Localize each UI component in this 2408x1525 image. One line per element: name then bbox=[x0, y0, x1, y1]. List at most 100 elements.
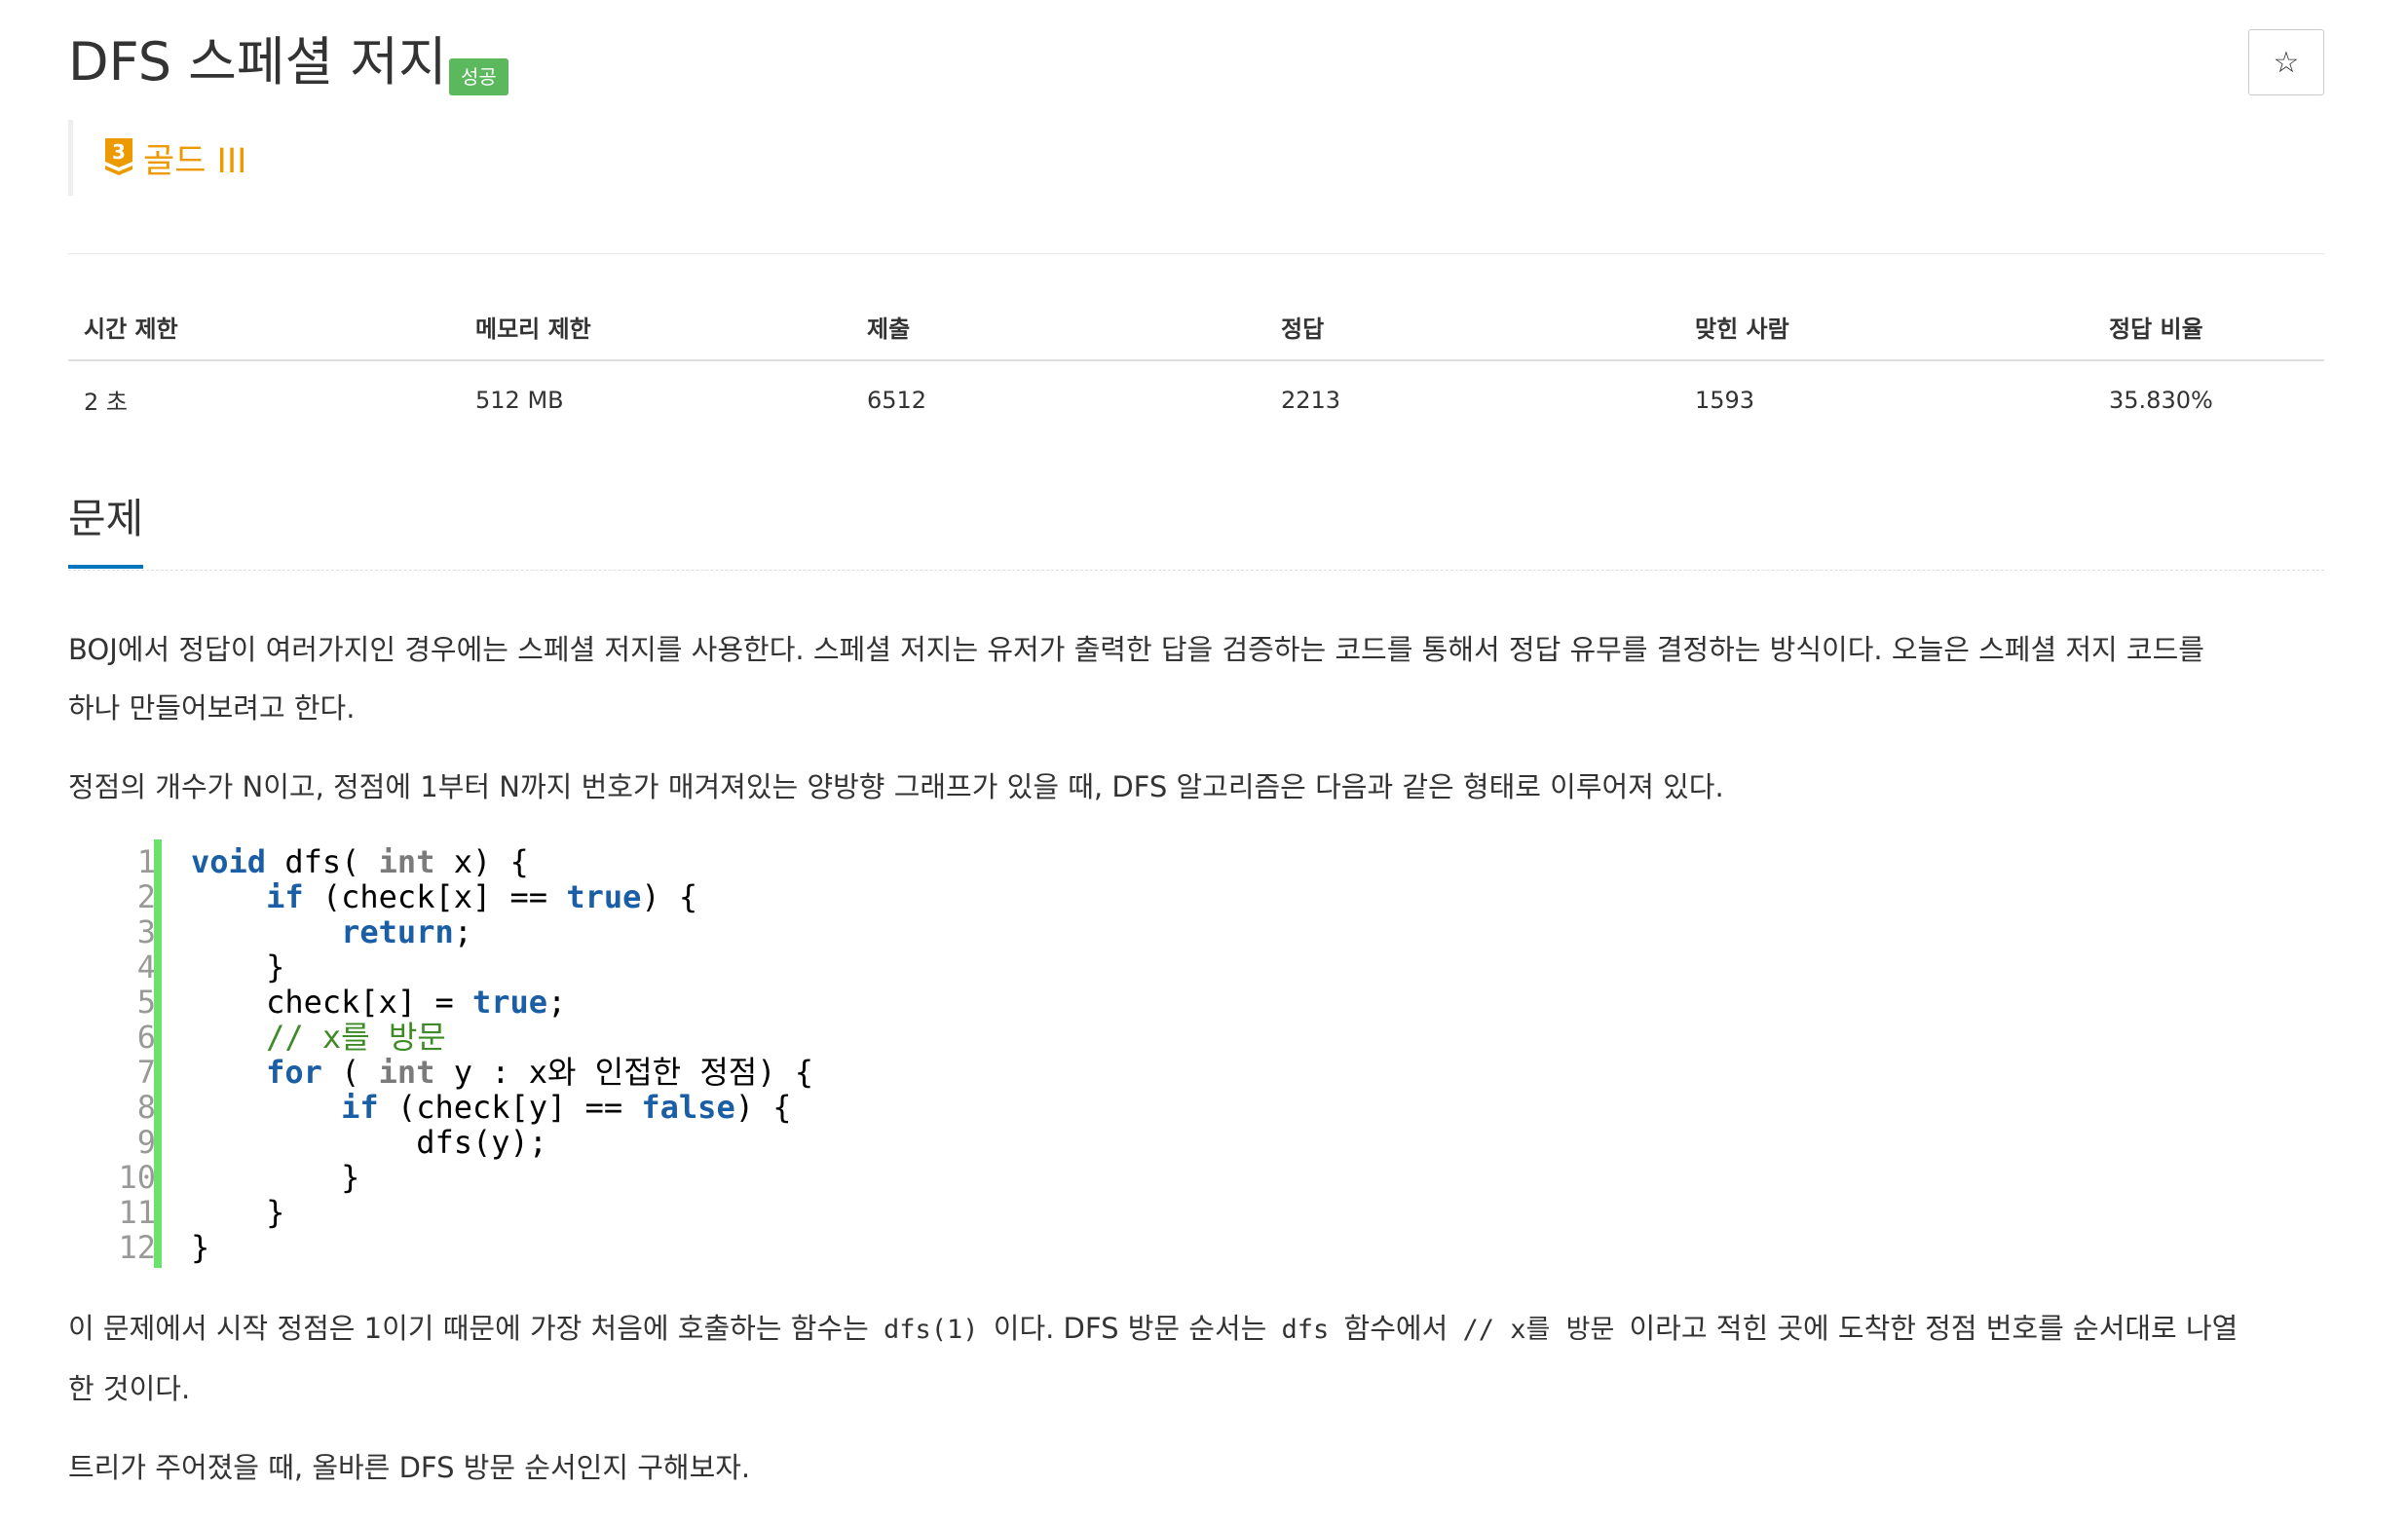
header-accept-ratio: 정답 비율 bbox=[2093, 302, 2324, 361]
code-token: } bbox=[191, 948, 285, 986]
header-accepted: 정답 bbox=[1265, 302, 1679, 361]
time-limit-value: 2 초 bbox=[84, 389, 128, 416]
code-token: int bbox=[378, 1054, 435, 1091]
header-memory-limit: 메모리 제한 bbox=[460, 302, 851, 361]
memory-limit-value: 512 MB bbox=[475, 386, 564, 414]
header-solved-users: 맞힌 사람 bbox=[1679, 302, 2093, 361]
line-number: 11 bbox=[118, 1194, 156, 1231]
code-line: } bbox=[191, 1195, 813, 1230]
description-p3-line1: 이 문제에서 시작 정점은 1이기 때문에 가장 처음에 호출하는 함수는 df… bbox=[68, 1299, 2324, 1359]
code-token: } bbox=[191, 1194, 285, 1231]
code-token: x) { bbox=[453, 843, 529, 880]
tier-number: 3 bbox=[112, 140, 126, 164]
description-paragraph-3: 이 문제에서 시작 정점은 1이기 때문에 가장 처음에 호출하는 함수는 df… bbox=[68, 1299, 2324, 1418]
code-token: if bbox=[266, 878, 304, 915]
description-p3-b: 이다. DFS 방문 순서는 bbox=[993, 1312, 1267, 1345]
problem-info-table: 시간 제한 메모리 제한 제출 정답 맞힌 사람 정답 비율 2 초 512 M… bbox=[68, 302, 2324, 427]
code-token: check[x] = bbox=[191, 984, 472, 1021]
section-title-problem: 문제 bbox=[68, 495, 144, 570]
accept-ratio-value: 35.830% bbox=[2109, 386, 2213, 414]
star-icon: ☆ bbox=[2273, 45, 2300, 80]
info-value-row: 2 초 512 MB 6512 2213 1593 35.830% bbox=[68, 360, 2324, 427]
line-number: 3 bbox=[136, 913, 156, 950]
code-token: ( bbox=[341, 1054, 360, 1091]
code-token: } bbox=[191, 1159, 360, 1196]
submissions-value: 6512 bbox=[867, 386, 927, 414]
code-token: dfs(y); bbox=[191, 1124, 548, 1161]
code-token: return bbox=[341, 913, 454, 950]
line-number: 5 bbox=[136, 984, 156, 1021]
code-token: ) { bbox=[734, 1089, 792, 1126]
section-divider bbox=[68, 570, 2324, 571]
code-token: ; bbox=[547, 984, 567, 1021]
line-number-gutter: 1 2 3 4 5 6 7 8 9 10 11 12 bbox=[90, 844, 156, 1265]
code-line: // x를 방문 bbox=[191, 1020, 813, 1055]
description-p3-c: 함수에서 bbox=[1343, 1312, 1449, 1345]
description-paragraph-1: BOJ에서 정답이 여러가지인 경우에는 스페셜 저지를 사용한다. 스페셜 저… bbox=[68, 620, 2324, 737]
inline-code-dfs: dfs bbox=[1281, 1315, 1330, 1345]
code-line: if (check[y] == false) { bbox=[191, 1090, 813, 1125]
description-p3-line2: 한 것이다. bbox=[68, 1372, 191, 1405]
code-token: for bbox=[266, 1054, 322, 1091]
problem-header: DFS 스페셜 저지 성공 ☆ 3 골드 III bbox=[68, 29, 2324, 196]
inline-code-visit-comment: // x를 방문 bbox=[1462, 1315, 1615, 1345]
description-paragraph-4: 트리가 주어졌을 때, 올바른 DFS 방문 순서인지 구해보자. bbox=[68, 1451, 751, 1484]
description-p3-d: 이라고 적힌 곳에 도착한 정점 번호를 순서대로 나열 bbox=[1629, 1312, 2239, 1345]
code-line: } bbox=[191, 1160, 813, 1195]
code-token: y : x와 인접한 정점) { bbox=[453, 1054, 814, 1091]
code-line: for ( int y : x와 인접한 정점) { bbox=[191, 1055, 813, 1090]
code-token: void bbox=[191, 843, 267, 880]
code-token: int bbox=[378, 843, 435, 880]
code-line: } bbox=[191, 949, 813, 985]
description-paragraph-2: 정점의 개수가 N이고, 정점에 1부터 N까지 번호가 매겨져있는 양방향 그… bbox=[68, 770, 1724, 803]
code-block: 1 2 3 4 5 6 7 8 9 10 11 12 void dfs( int x) { if (c… bbox=[68, 839, 1237, 1272]
description-p3-a: 이 문제에서 시작 정점은 1이기 때문에 가장 처음에 호출하는 함수는 bbox=[68, 1312, 869, 1345]
line-number: 12 bbox=[118, 1229, 156, 1266]
line-number: 8 bbox=[136, 1089, 156, 1126]
line-number: 9 bbox=[136, 1124, 156, 1161]
code-line: return; bbox=[191, 914, 813, 949]
header-submissions: 제출 bbox=[851, 302, 1265, 361]
code-token: // x를 방문 bbox=[266, 1019, 446, 1056]
inline-code-dfs-1: dfs(1) bbox=[884, 1315, 979, 1345]
code-token: dfs( bbox=[284, 843, 360, 880]
code-token: true bbox=[566, 878, 642, 915]
line-number: 10 bbox=[118, 1159, 156, 1196]
line-number: 6 bbox=[136, 1019, 156, 1056]
problem-title: DFS 스페셜 저지 bbox=[68, 31, 447, 93]
tier-label: 골드 III bbox=[143, 141, 247, 181]
line-number: 7 bbox=[136, 1054, 156, 1091]
accepted-value: 2213 bbox=[1281, 386, 1341, 414]
code-token: (check[x] == bbox=[321, 878, 567, 915]
header-time-limit: 시간 제한 bbox=[68, 302, 460, 361]
code-lines: void dfs( int x) { if (check[x] == true)… bbox=[191, 844, 813, 1265]
code-line: if (check[x] == true) { bbox=[191, 879, 813, 914]
code-line: check[x] = true; bbox=[191, 985, 813, 1020]
solved-users-value: 1593 bbox=[1695, 386, 1755, 414]
status-badge: 성공 bbox=[449, 58, 508, 95]
tier-block[interactable]: 3 골드 III bbox=[68, 120, 247, 196]
description-p1-line1: BOJ에서 정답이 여러가지인 경우에는 스페셜 저지를 사용한다. 스페셜 저… bbox=[68, 633, 2204, 666]
code-line: dfs(y); bbox=[191, 1125, 813, 1160]
code-token: false bbox=[641, 1089, 735, 1126]
code-line: void dfs( int x) { bbox=[191, 844, 813, 879]
code-line: } bbox=[191, 1230, 813, 1265]
code-token: ) { bbox=[641, 878, 698, 915]
code-gutter-bar bbox=[154, 839, 162, 1268]
line-number: 4 bbox=[136, 948, 156, 986]
code-token: true bbox=[471, 984, 548, 1021]
code-token: } bbox=[191, 1229, 210, 1266]
line-number: 1 bbox=[136, 843, 156, 880]
code-token: if bbox=[341, 1089, 379, 1126]
code-token: ; bbox=[453, 913, 472, 950]
star-button[interactable]: ☆ bbox=[2248, 29, 2324, 95]
tier-gold-icon: 3 bbox=[105, 138, 132, 175]
description-p1-line2: 하나 만들어보려고 한다. bbox=[68, 691, 356, 725]
info-header-row: 시간 제한 메모리 제한 제출 정답 맞힌 사람 정답 비율 bbox=[68, 302, 2324, 361]
code-token: (check[y] == bbox=[396, 1089, 642, 1126]
